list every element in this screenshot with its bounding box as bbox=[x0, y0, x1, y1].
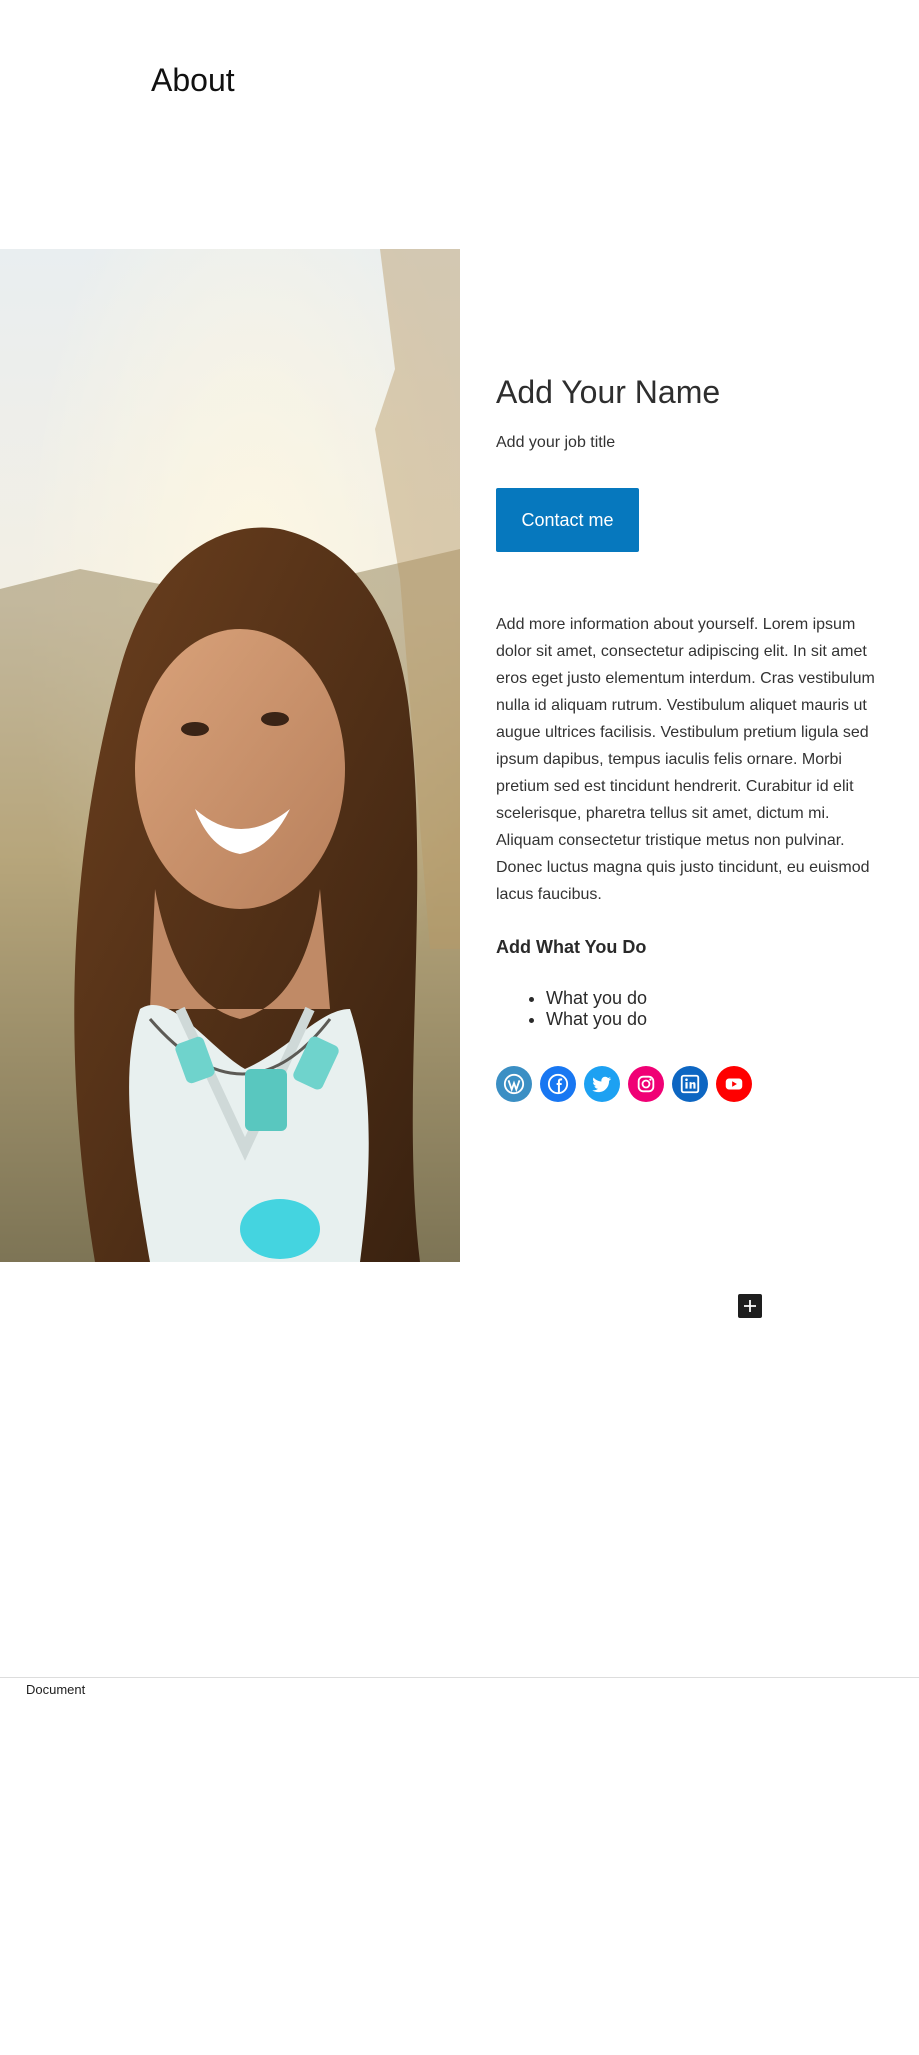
add-block-button[interactable] bbox=[738, 1294, 762, 1318]
youtube-icon[interactable] bbox=[716, 1066, 752, 1102]
linkedin-icon[interactable] bbox=[672, 1066, 708, 1102]
twitter-icon[interactable] bbox=[584, 1066, 620, 1102]
list-item: What you do bbox=[546, 988, 647, 1009]
plus-icon bbox=[744, 1300, 756, 1312]
breadcrumb[interactable]: Document bbox=[26, 1682, 85, 1697]
social-links bbox=[496, 1066, 752, 1102]
list-item: What you do bbox=[546, 1009, 647, 1030]
skills-list: What you do What you do bbox=[496, 988, 647, 1030]
wordpress-icon[interactable] bbox=[496, 1066, 532, 1102]
contact-me-button[interactable]: Contact me bbox=[496, 488, 639, 552]
job-title: Add your job title bbox=[496, 434, 616, 451]
profile-photo bbox=[0, 249, 460, 1262]
skills-heading: Add What You Do bbox=[496, 937, 647, 957]
bio-text: Add more information about yourself. Lor… bbox=[496, 616, 875, 903]
footer-divider bbox=[0, 1677, 919, 1678]
page-title: About bbox=[151, 62, 235, 98]
profile-name: Add Your Name bbox=[496, 374, 721, 410]
facebook-icon[interactable] bbox=[540, 1066, 576, 1102]
instagram-icon[interactable] bbox=[628, 1066, 664, 1102]
